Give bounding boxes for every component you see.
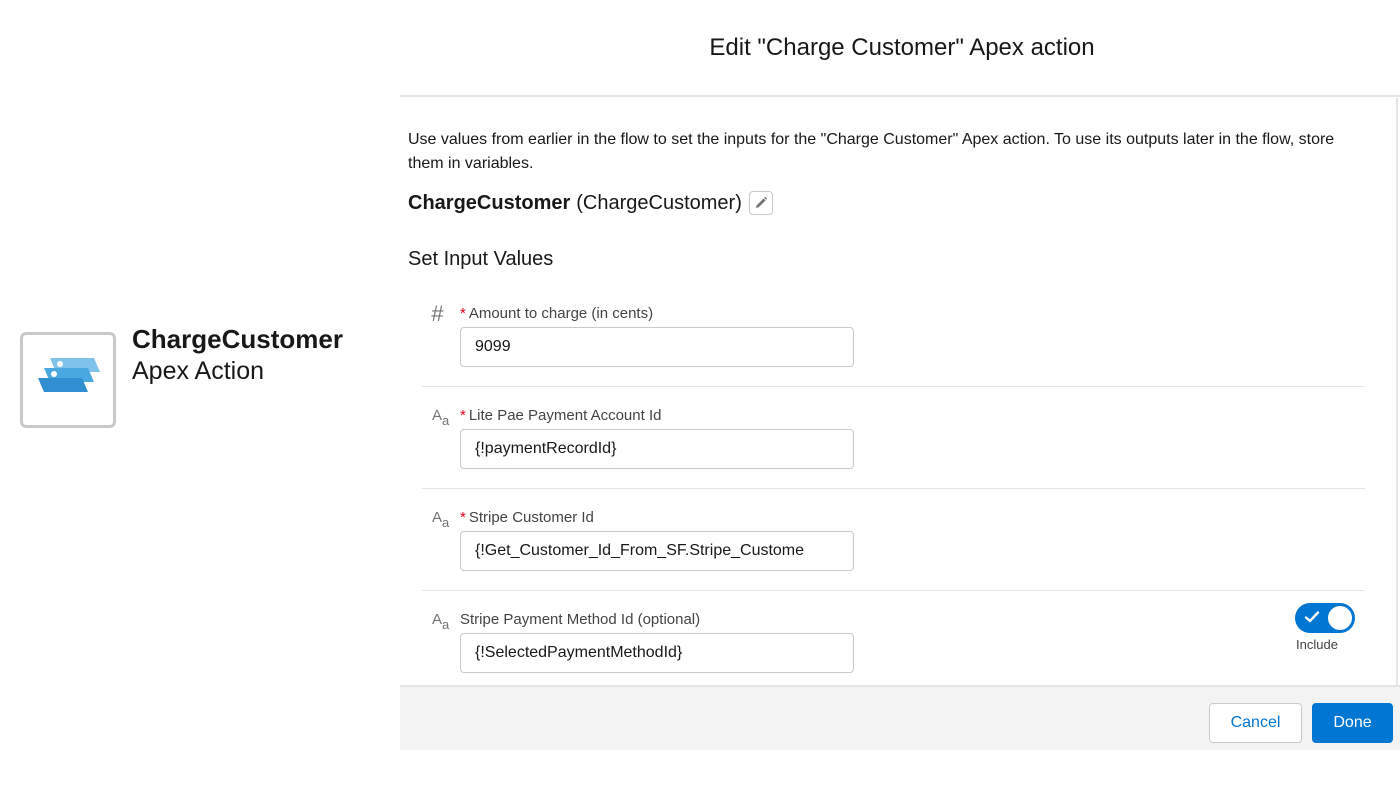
input-param-payment-method: Aa Stripe Payment Method Id (optional) {… (422, 603, 1365, 685)
param-label: * Amount to charge (in cents) (460, 305, 654, 322)
include-label: Include (1296, 637, 1338, 652)
text-aa-icon: Aa (432, 611, 450, 632)
required-marker: * (460, 305, 466, 322)
cancel-button[interactable]: Cancel (1209, 703, 1302, 743)
input-param-payment-account: Aa * Lite Pae Payment Account Id {!paymen… (422, 407, 1365, 489)
payment-method-id-input[interactable]: {!SelectedPaymentMethodId} (460, 633, 854, 673)
amount-input[interactable]: 9099 (460, 327, 854, 367)
toggle-knob (1328, 606, 1352, 630)
done-button[interactable]: Done (1312, 703, 1393, 743)
required-marker: * (460, 407, 466, 424)
param-label: Stripe Payment Method Id (optional) (460, 611, 701, 628)
text-aa-icon: Aa (432, 407, 450, 428)
required-marker: * (460, 509, 466, 526)
modal-footer: Cancel Done (400, 685, 1400, 750)
action-name: ChargeCustomer (ChargeCustomer) (408, 191, 773, 215)
input-param-amount: # * Amount to charge (in cents) 9099 (422, 301, 1365, 387)
stripe-customer-id-input[interactable]: {!Get_Customer_Id_From_SF.Stripe_Custome (460, 531, 854, 571)
param-label: * Lite Pae Payment Account Id (460, 407, 662, 424)
intro-text: Use values from earlier in the flow to s… (408, 131, 1335, 172)
modal-body[interactable]: Use values from earlier in the flow to s… (400, 98, 1398, 685)
check-icon (1304, 611, 1320, 623)
edit-action-button[interactable] (748, 191, 773, 215)
edit-apex-action-modal: Edit "Charge Customer" Apex action Use v… (400, 0, 1400, 750)
node-subtitle: Apex Action (132, 357, 265, 385)
param-label: * Stripe Customer Id (460, 509, 594, 526)
section-title: Set Input Values (408, 248, 554, 270)
text-aa-icon: Aa (432, 509, 450, 530)
action-api-name: (ChargeCustomer) (576, 191, 742, 214)
include-toggle[interactable] (1295, 603, 1355, 633)
stacked-cards-icon (38, 358, 100, 392)
modal-title: Edit "Charge Customer" Apex action (709, 33, 1095, 61)
modal-header: Edit "Charge Customer" Apex action (400, 0, 1400, 97)
pencil-icon (755, 196, 768, 208)
payment-account-id-input[interactable]: {!paymentRecordId} (460, 429, 854, 469)
input-param-stripe-customer: Aa * Stripe Customer Id {!Get_Customer_Id… (422, 509, 1365, 591)
apex-action-node[interactable] (20, 332, 116, 428)
action-label: ChargeCustomer (408, 191, 571, 214)
node-title: ChargeCustomer (132, 324, 343, 354)
number-hash-icon: # (431, 301, 444, 326)
